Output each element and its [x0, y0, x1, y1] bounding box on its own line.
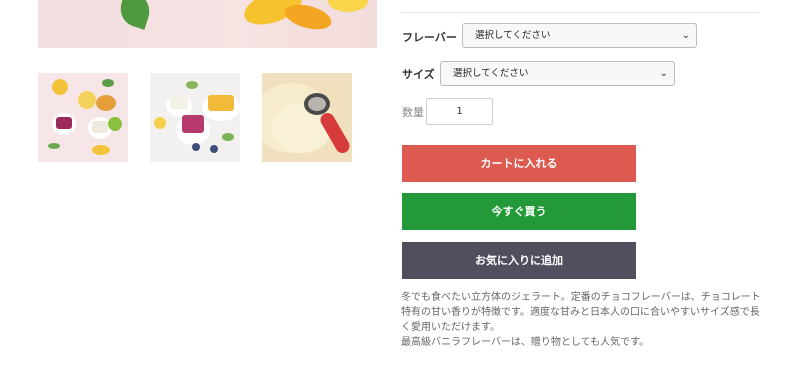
product-thumbnail-1[interactable]	[38, 73, 128, 162]
lemon-decoration	[328, 0, 368, 12]
flavor-label: フレーバー	[402, 31, 457, 44]
quantity-input[interactable]: 1	[426, 98, 493, 125]
flavor-select[interactable]: 選択してください ⌄	[462, 23, 697, 48]
mint-leaf-decoration	[115, 0, 155, 30]
chevron-down-icon: ⌄	[659, 68, 668, 79]
product-main-image	[38, 0, 377, 48]
product-thumbnail-2[interactable]	[150, 73, 240, 162]
product-description: 冬でも食べたい立方体のジェラート。定番のチョコフレーバーは、チョコレート特有の甘…	[401, 290, 761, 350]
quantity-label: 数量	[402, 106, 424, 119]
flavor-select-value: 選択してください	[475, 30, 551, 41]
add-to-favorites-button[interactable]: お気に入りに追加	[402, 242, 636, 279]
size-select-value: 選択してください	[453, 68, 529, 79]
description-paragraph: 冬でも食べたい立方体のジェラート。定番のチョコフレーバーは、チョコレート特有の甘…	[401, 292, 761, 333]
description-paragraph: 最高級バニラフレーバーは、贈り物としても人気です。	[401, 337, 650, 348]
size-select[interactable]: 選択してください ⌄	[440, 61, 675, 86]
product-thumbnail-3[interactable]	[262, 73, 352, 162]
section-divider	[401, 12, 759, 13]
chevron-down-icon: ⌄	[681, 30, 690, 41]
size-label: サイズ	[402, 68, 435, 81]
lemon-decoration	[281, 0, 335, 34]
add-to-cart-button[interactable]: カートに入れる	[402, 145, 636, 182]
buy-now-button[interactable]: 今すぐ買う	[402, 193, 636, 230]
